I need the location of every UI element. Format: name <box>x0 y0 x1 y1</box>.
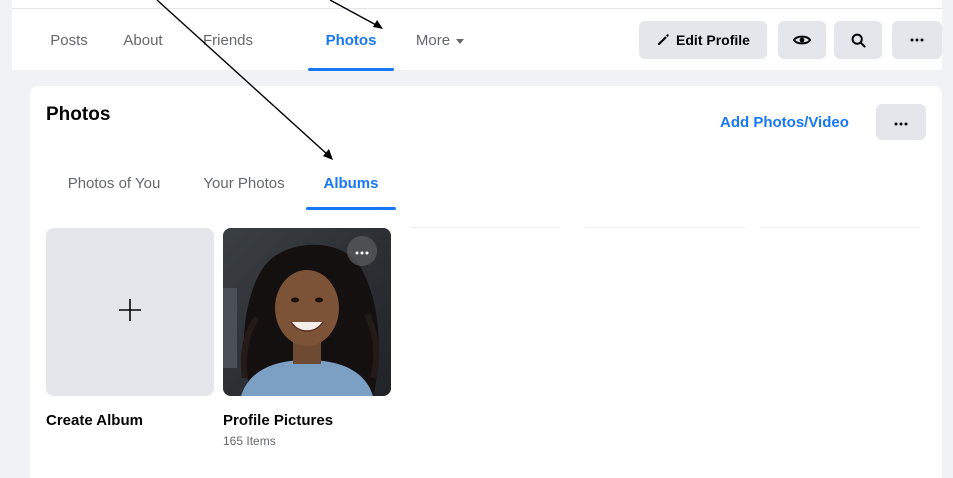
tab-friends-label: Friends <box>202 31 254 49</box>
divider <box>585 227 745 228</box>
search-profile-button[interactable] <box>834 21 882 59</box>
view-as-button[interactable] <box>778 21 826 59</box>
plus-icon <box>117 297 143 328</box>
subtab-albums[interactable]: Albums <box>306 156 396 210</box>
create-album-tile[interactable] <box>46 228 214 396</box>
tab-about[interactable]: About <box>118 9 168 71</box>
profile-pictures-count: 165 Items <box>223 434 276 448</box>
tab-friends[interactable]: Friends <box>198 9 258 71</box>
profile-nav-bar: Posts About Friends Photos More Edit Pro… <box>12 8 942 71</box>
divider <box>760 227 920 228</box>
subtab-photos-of-you[interactable]: Photos of You <box>48 156 180 210</box>
subtab-albums-active-indicator <box>306 207 396 210</box>
profile-pictures-label[interactable]: Profile Pictures <box>223 412 333 429</box>
tab-more[interactable]: More <box>408 9 472 71</box>
pencil-icon <box>656 33 670 47</box>
caret-down-icon <box>456 38 465 44</box>
tab-more-label: More <box>415 31 451 49</box>
subtab-your-photos-label: Your Photos <box>203 174 285 192</box>
tab-photos[interactable]: Photos <box>308 9 394 71</box>
profile-header-bottom <box>12 0 942 8</box>
profile-more-button[interactable] <box>892 21 942 59</box>
profile-pictures-album[interactable] <box>223 228 391 396</box>
tab-posts[interactable]: Posts <box>46 9 92 71</box>
edit-profile-label: Edit Profile <box>676 32 750 48</box>
photos-more-button[interactable] <box>876 104 926 140</box>
more-horizontal-icon <box>910 38 924 42</box>
tab-posts-label: Posts <box>50 31 88 49</box>
profile-page: Posts About Friends Photos More Edit Pro… <box>0 0 953 478</box>
tab-about-label: About <box>123 31 163 49</box>
subtab-photos-of-you-label: Photos of You <box>67 174 161 192</box>
tab-photos-active-indicator <box>308 68 394 71</box>
photos-card: Photos Add Photos/Video Photos of You Yo… <box>30 86 942 478</box>
tab-photos-label: Photos <box>325 31 377 49</box>
subtab-albums-label: Albums <box>323 174 379 192</box>
more-horizontal-icon <box>894 113 908 131</box>
more-horizontal-icon <box>355 242 369 260</box>
create-album-label[interactable]: Create Album <box>46 412 143 429</box>
subtab-your-photos[interactable]: Your Photos <box>190 156 298 210</box>
add-photos-video-link[interactable]: Add Photos/Video <box>720 114 849 131</box>
search-icon <box>851 33 866 48</box>
photos-section-title: Photos <box>46 104 111 125</box>
divider <box>410 227 560 228</box>
album-options-button[interactable] <box>347 236 377 266</box>
eye-icon <box>793 34 811 46</box>
edit-profile-button[interactable]: Edit Profile <box>639 21 767 59</box>
